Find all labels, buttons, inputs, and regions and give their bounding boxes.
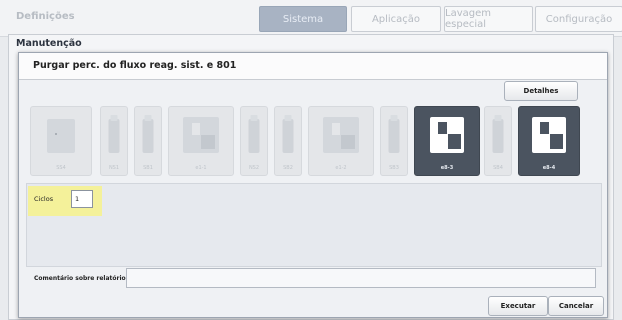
reagent-pack-icon (47, 119, 75, 153)
bottle-icon (142, 115, 154, 153)
cycles-input[interactable]: 1 (71, 190, 93, 208)
reagent-slot-sb2[interactable]: SB2 (274, 106, 302, 176)
reagent-label: NS2 (248, 165, 260, 171)
tab-aplicacao[interactable]: Aplicação (351, 6, 441, 32)
reagent-label: SB3 (389, 165, 399, 171)
reagent-rack-icon (183, 117, 219, 153)
reagent-label: e8-3 (440, 165, 454, 171)
reagent-label: SB4 (493, 165, 503, 171)
reagent-label: SB2 (283, 165, 293, 171)
reagent-slot-sb4[interactable]: SB4 (484, 106, 512, 176)
comment-input[interactable] (126, 268, 596, 288)
reagent-strip: SS4 NS1 SB1 e1-1 NS2 SB2 e1-2 SB3 e8-3 S… (26, 104, 592, 182)
reagent-slot-e8-4[interactable]: e8-4 (518, 106, 580, 176)
bottle-icon (388, 115, 400, 153)
reagent-label: e8-4 (542, 165, 556, 171)
reagent-slot-sb3[interactable]: SB3 (380, 106, 408, 176)
reagent-label: NS1 (108, 165, 120, 171)
reagent-slot-sb1[interactable]: SB1 (134, 106, 162, 176)
reagent-rack-icon (430, 117, 464, 153)
reagent-slot-e8-3[interactable]: e8-3 (414, 106, 480, 176)
settings-area (26, 183, 602, 267)
reagent-label: SS4 (56, 165, 66, 171)
cancel-button[interactable]: Cancelar (548, 296, 604, 316)
bottle-icon (248, 115, 260, 153)
reagent-slot-e1-2[interactable]: e1-2 (308, 106, 374, 176)
reagent-label: e1-2 (335, 165, 347, 171)
reagent-slot-e1-1[interactable]: e1-1 (168, 106, 234, 176)
reagent-label: e1-1 (195, 165, 207, 171)
bottle-icon (108, 115, 120, 153)
reagent-rack-icon (532, 117, 566, 153)
reagent-slot-ns1[interactable]: NS1 (100, 106, 128, 176)
tab-sistema[interactable]: Sistema (259, 6, 347, 32)
section-title: Definições (16, 11, 75, 22)
reagent-slot-ss4[interactable]: SS4 (30, 106, 92, 176)
tab-configuracao[interactable]: Configuração (535, 6, 622, 32)
app-header: Definições Sistema Aplicação Lavagem esp… (0, 0, 622, 37)
bottle-icon (492, 115, 504, 153)
comment-label: Comentário sobre relatório (34, 275, 126, 282)
reagent-slot-ns2[interactable]: NS2 (240, 106, 268, 176)
reagent-label: SB1 (143, 165, 153, 171)
execute-button[interactable]: Executar (488, 296, 548, 316)
details-button[interactable]: Detalhes (504, 81, 578, 101)
dialog-header: Purgar perc. do fluxo reag. sist. e 801 (19, 53, 607, 80)
cycles-label: Ciclos (34, 195, 54, 203)
maintenance-title: Manutenção (16, 38, 82, 49)
tab-lavagem-especial[interactable]: Lavagem especial (444, 6, 533, 32)
bottle-icon (282, 115, 294, 153)
reagent-rack-icon (323, 117, 359, 153)
dialog-title: Purgar perc. do fluxo reag. sist. e 801 (33, 60, 237, 71)
